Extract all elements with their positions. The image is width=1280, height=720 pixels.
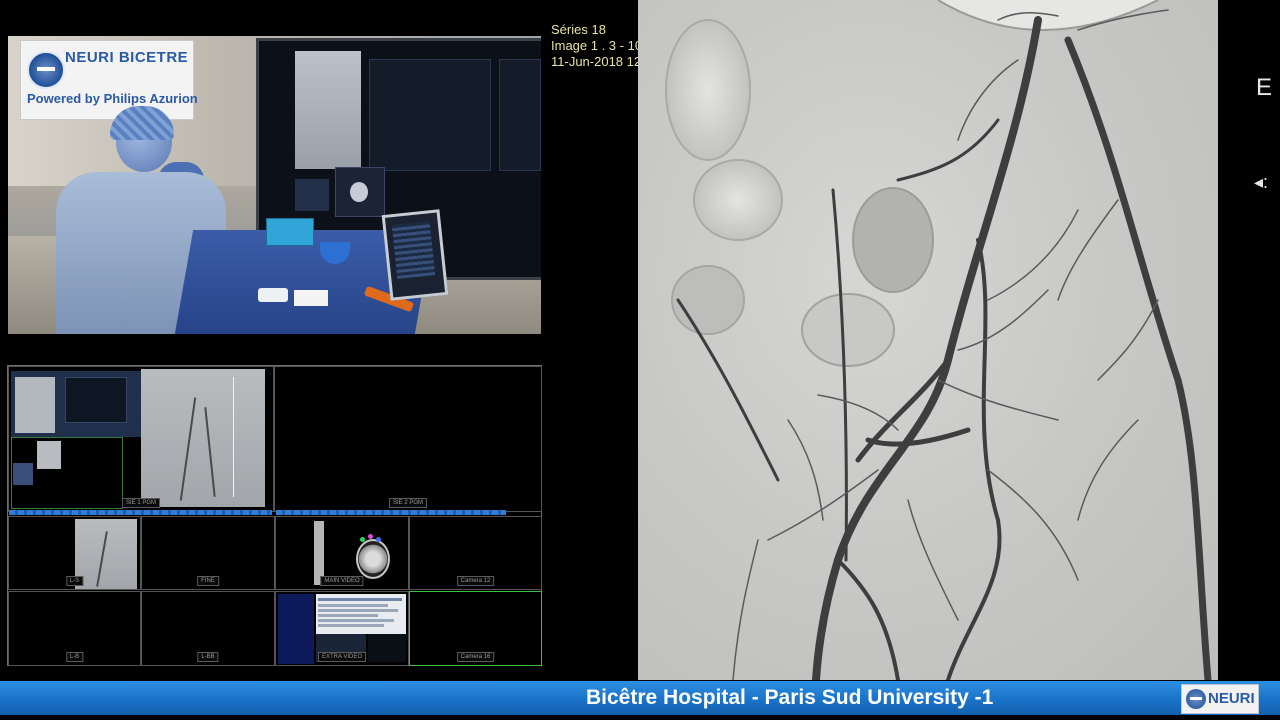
- grid-cell-1[interactable]: SIE 1 PGM: [8, 366, 274, 512]
- grid-cell-2[interactable]: SIE 2 PGM: [274, 366, 542, 512]
- grid-cell-label: SIE 1 PGM: [121, 498, 161, 508]
- grid-cell-label: L-B: [65, 652, 84, 662]
- neuri-logo-icon: [1186, 689, 1206, 709]
- grid-cell-3[interactable]: L-S: [8, 516, 141, 590]
- grid-cell-label: Camera 12: [456, 576, 495, 586]
- instrument-tray: [266, 218, 314, 246]
- grid-cell-label: L-S: [65, 576, 84, 586]
- grid-cell-9[interactable]: EXTRA VIDEO: [275, 591, 409, 666]
- signal-bar: [9, 510, 272, 515]
- grid-cell-label: MAIN VIDEO: [320, 576, 364, 586]
- bowel-gas-shadow: [852, 187, 934, 293]
- edge-letter-marker: E: [1256, 74, 1273, 101]
- footer-bar: Bicêtre Hospital - Paris Sud University …: [0, 681, 1280, 715]
- neuri-logo-icon: [27, 51, 65, 89]
- grid-cell-4[interactable]: FINE: [141, 516, 275, 590]
- grid-cell-7[interactable]: L-B: [8, 591, 141, 666]
- neuri-banner: NEURI BICETRE Powered by Philips Azurion: [20, 40, 198, 120]
- multiview-grid: SIE 1 PGM SIE 2 PGM L-S FINE MAIN VIDEO …: [7, 365, 542, 666]
- angiography-view[interactable]: [638, 0, 1218, 680]
- grid-cell-6[interactable]: Camera 12: [409, 516, 542, 590]
- grid-cell-label: FINE: [197, 576, 219, 586]
- banner-subtitle: Powered by Philips Azurion: [27, 91, 198, 106]
- left-arrow-icon[interactable]: ◂:: [1254, 172, 1268, 193]
- arterial-tree: [676, 16, 1212, 680]
- grid-cell-10[interactable]: Camera 16: [409, 591, 542, 666]
- control-tablet: [381, 209, 449, 301]
- live-camera-feed: NEURI BICETRE Powered by Philips Azurion: [8, 36, 541, 334]
- grid-cell-5[interactable]: MAIN VIDEO: [275, 516, 409, 590]
- grid-cell-label: Camera 16: [456, 652, 495, 662]
- grid-cell-label: L-BB: [197, 652, 219, 662]
- bowel-gas-shadow: [801, 293, 895, 367]
- top-structure: [937, 0, 1159, 31]
- grid-cell-8[interactable]: L-BB: [141, 591, 275, 666]
- footer-title: Bicêtre Hospital - Paris Sud University …: [586, 686, 994, 709]
- angiography-vessels: [665, 0, 1212, 680]
- bowel-gas-shadow: [665, 19, 751, 161]
- signal-bar: [276, 510, 506, 515]
- grid-cell-label: SIE 2 PGM: [388, 498, 428, 508]
- footer-logo: NEURI: [1181, 684, 1259, 714]
- banner-title: NEURI BICETRE: [65, 49, 189, 66]
- footer-logo-text: NEURI: [1208, 690, 1255, 707]
- bowel-gas-shadow: [671, 265, 745, 335]
- bowel-gas-shadow: [693, 159, 783, 241]
- grid-cell-label: EXTRA VIDEO: [317, 652, 367, 662]
